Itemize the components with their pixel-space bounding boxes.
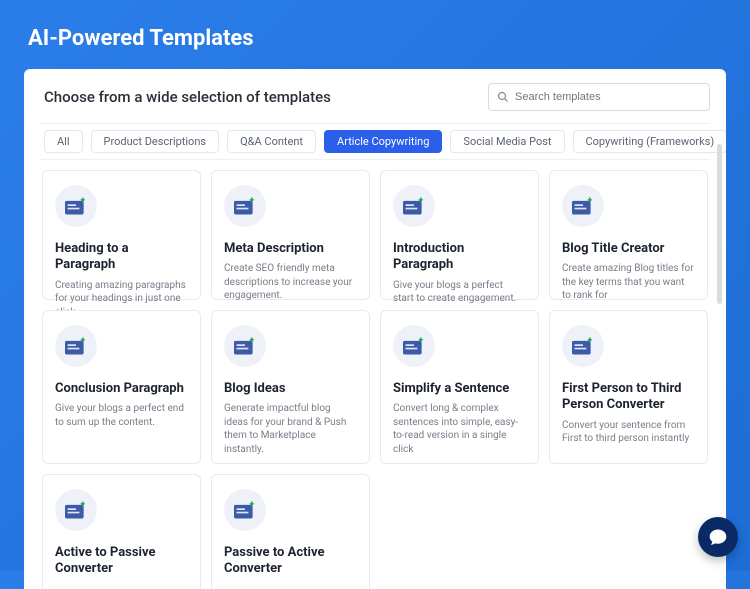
card-title: Simplify a Sentence [393,381,526,397]
template-icon [224,489,266,531]
template-icon [55,185,97,227]
category-tabs: All Product Descriptions Q&A Content Art… [40,123,710,160]
template-icon [393,185,435,227]
template-icon [55,325,97,367]
chat-widget-button[interactable] [698,517,738,557]
template-icon [562,325,604,367]
card-title: Conclusion Paragraph [55,381,188,397]
card-title: Heading to a Paragraph [55,241,188,274]
card-title: Blog Title Creator [562,241,695,257]
template-icon [224,185,266,227]
tab-product-descriptions[interactable]: Product Descriptions [91,130,220,153]
card-title: Passive to Active Converter [224,545,357,578]
tab-article-copywriting[interactable]: Article Copywriting [324,130,442,153]
template-card[interactable]: Blog Title Creator Create amazing Blog t… [549,170,708,300]
page-title: AI-Powered Templates [0,0,750,69]
template-card[interactable]: Introduction Paragraph Give your blogs a… [380,170,539,300]
template-card[interactable]: Heading to a Paragraph Creating amazing … [42,170,201,300]
tab-social-media-post[interactable]: Social Media Post [450,130,564,153]
template-card[interactable]: First Person to Third Person Converter C… [549,310,708,464]
card-desc: Convert long & complex sentences into si… [393,402,526,456]
card-title: Meta Description [224,241,357,257]
template-card[interactable]: Conclusion Paragraph Give your blogs a p… [42,310,201,464]
template-card[interactable]: Blog Ideas Generate impactful blog ideas… [211,310,370,464]
card-title: Introduction Paragraph [393,241,526,274]
search-icon [497,91,509,103]
tab-qa-content[interactable]: Q&A Content [227,130,316,153]
template-card[interactable]: Active to Passive Converter [42,474,201,589]
templates-panel: Choose from a wide selection of template… [24,69,726,589]
template-icon [393,325,435,367]
template-icon [562,185,604,227]
card-desc: Create SEO friendly meta descriptions to… [224,262,357,303]
tab-copywriting-frameworks[interactable]: Copywriting (Frameworks) [573,130,727,153]
card-desc: Convert your sentence from First to thir… [562,419,695,446]
template-icon [224,325,266,367]
search-input[interactable] [515,91,701,103]
template-icon [55,489,97,531]
search-box[interactable] [488,83,710,111]
card-desc: Give your blogs a perfect start to creat… [393,279,526,306]
card-desc: Create amazing Blog titles for the key t… [562,262,695,303]
card-title: Active to Passive Converter [55,545,188,578]
card-title: First Person to Third Person Converter [562,381,695,414]
template-card[interactable]: Simplify a Sentence Convert long & compl… [380,310,539,464]
tab-all[interactable]: All [44,130,83,153]
panel-header: Choose from a wide selection of template… [40,83,710,111]
card-title: Blog Ideas [224,381,357,397]
chat-icon [708,527,728,547]
template-card[interactable]: Meta Description Create SEO friendly met… [211,170,370,300]
card-desc: Give your blogs a perfect end to sum up … [55,402,188,429]
template-card[interactable]: Passive to Active Converter [211,474,370,589]
scrollbar[interactable] [717,144,722,304]
panel-subtitle: Choose from a wide selection of template… [40,88,331,106]
card-desc: Generate impactful blog ideas for your b… [224,402,357,456]
templates-grid: Heading to a Paragraph Creating amazing … [40,170,710,589]
